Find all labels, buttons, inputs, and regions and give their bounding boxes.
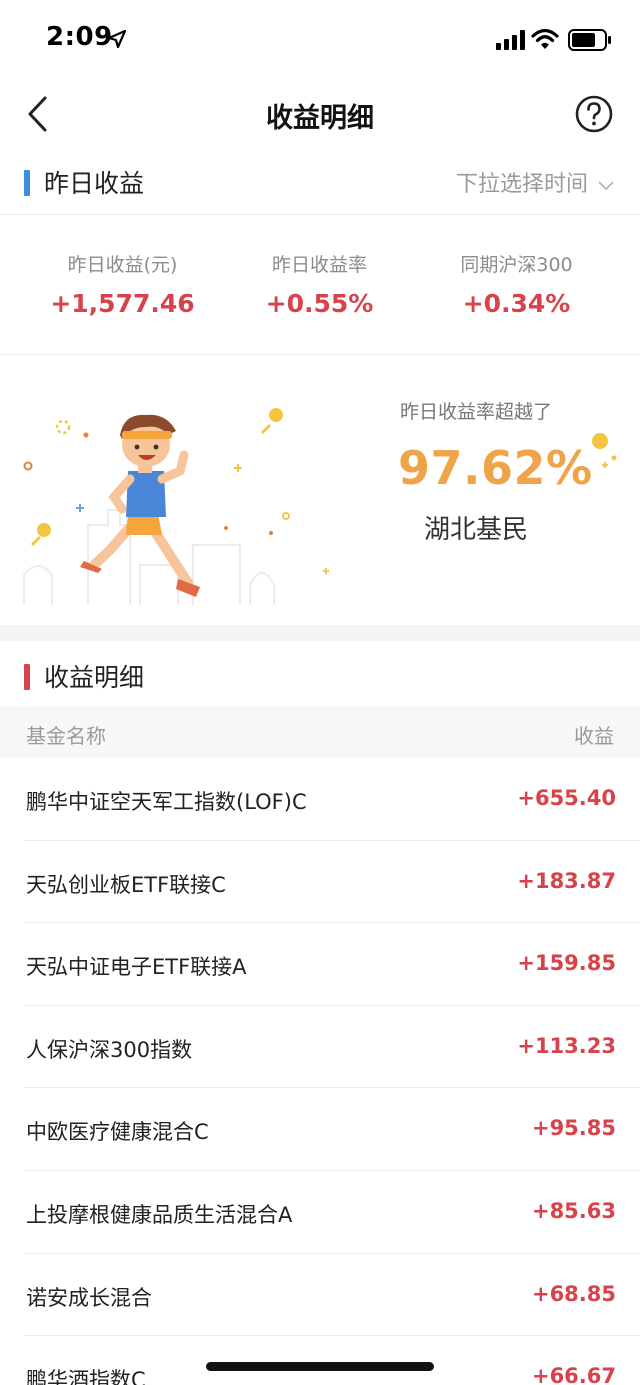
wifi-icon	[531, 28, 559, 49]
section-accent-bar	[24, 170, 30, 196]
status-bar: 2:09	[0, 0, 640, 80]
fund-gain: +183.87	[517, 868, 616, 893]
table-row[interactable]: 诺安成长混合 +68.85	[24, 1254, 640, 1337]
table-row[interactable]: 上投摩根健康品质生活混合A +85.63	[24, 1171, 640, 1254]
fund-gain: +95.85	[531, 1116, 616, 1141]
fund-name: 鹏华酒指数C	[26, 1368, 146, 1385]
table-row[interactable]: 鹏华酒指数C +66.67	[24, 1336, 640, 1385]
battery-icon	[568, 29, 611, 51]
fund-gain: +66.67	[531, 1364, 616, 1385]
stat-yesterday-gain: 昨日收益(元) +1,577.46	[16, 250, 229, 318]
yesterday-section-title: 昨日收益	[44, 169, 145, 198]
fund-gain: +655.40	[517, 786, 616, 810]
stat-label: 同期沪深300	[460, 254, 573, 276]
stat-hs300: 同期沪深300 +0.34%	[410, 250, 623, 318]
table-row[interactable]: 天弘中证电子ETF联接A +159.85	[24, 923, 640, 1006]
coin-sparkle-icon	[592, 433, 617, 468]
runner-illustration	[23, 408, 329, 605]
fund-name: 中欧医疗健康混合C	[26, 1120, 209, 1145]
fund-name: 天弘中证电子ETF联接A	[26, 955, 247, 980]
ranking-percent: 97.62%	[398, 441, 593, 495]
time-select-dropdown[interactable]: 下拉选择时间	[456, 166, 614, 198]
fund-name: 人保沪深300指数	[26, 1037, 193, 1062]
table-header: 基金名称 收益	[0, 707, 640, 757]
location-arrow-icon	[108, 30, 126, 48]
fund-name: 鹏华中证空天军工指数(LOF)C	[26, 790, 307, 814]
stat-label: 昨日收益(元)	[67, 254, 178, 276]
section-gap	[0, 625, 640, 641]
fund-gain: +113.23	[517, 1033, 616, 1058]
fund-list: 鹏华中证空天军工指数(LOF)C +655.40 天弘创业板ETF联接C +18…	[0, 758, 640, 1385]
home-indicator[interactable]	[206, 1362, 434, 1371]
chevron-down-icon	[598, 181, 614, 191]
fund-gain: +159.85	[517, 951, 616, 976]
ranking-card: 昨日收益率超越了 97.62% 湖北基民	[0, 355, 640, 625]
divider	[0, 214, 640, 215]
fund-gain: +85.63	[531, 1198, 616, 1223]
yesterday-section-header: 昨日收益 下拉选择时间	[0, 152, 640, 212]
stat-value: +0.55%	[265, 289, 374, 318]
ranking-subtitle: 昨日收益率超越了	[400, 401, 553, 423]
ranking-region: 湖北基民	[424, 515, 529, 545]
signal-icon	[496, 30, 525, 50]
detail-section-title: 收益明细	[44, 663, 145, 692]
time-select-label: 下拉选择时间	[455, 172, 588, 197]
yesterday-stats: 昨日收益(元) +1,577.46 昨日收益率 +0.55% 同期沪深300 +…	[0, 216, 640, 354]
stat-value: +0.34%	[462, 289, 571, 318]
table-row[interactable]: 天弘创业板ETF联接C +183.87	[24, 841, 640, 924]
status-time: 2:09	[46, 22, 113, 52]
fund-gain: +68.85	[531, 1281, 616, 1306]
column-header-gain: 收益	[574, 724, 614, 748]
column-header-name: 基金名称	[26, 724, 106, 748]
stat-label: 昨日收益率	[271, 254, 367, 276]
fund-name: 诺安成长混合	[26, 1285, 152, 1310]
detail-section-header: 收益明细	[0, 646, 640, 706]
fund-name: 天弘创业板ETF联接C	[26, 872, 226, 897]
table-row[interactable]: 人保沪深300指数 +113.23	[24, 1006, 640, 1089]
page-title: 收益明细	[266, 103, 374, 134]
stat-yesterday-rate: 昨日收益率 +0.55%	[213, 250, 426, 318]
table-row[interactable]: 鹏华中证空天军工指数(LOF)C +655.40	[24, 758, 640, 841]
stat-value: +1,577.46	[50, 289, 195, 318]
fund-name: 上投摩根健康品质生活混合A	[26, 1202, 293, 1227]
nav-bar: 收益明细	[0, 80, 640, 150]
table-row[interactable]: 中欧医疗健康混合C +95.85	[24, 1088, 640, 1171]
help-icon[interactable]	[574, 94, 614, 134]
section-accent-bar	[24, 664, 30, 690]
